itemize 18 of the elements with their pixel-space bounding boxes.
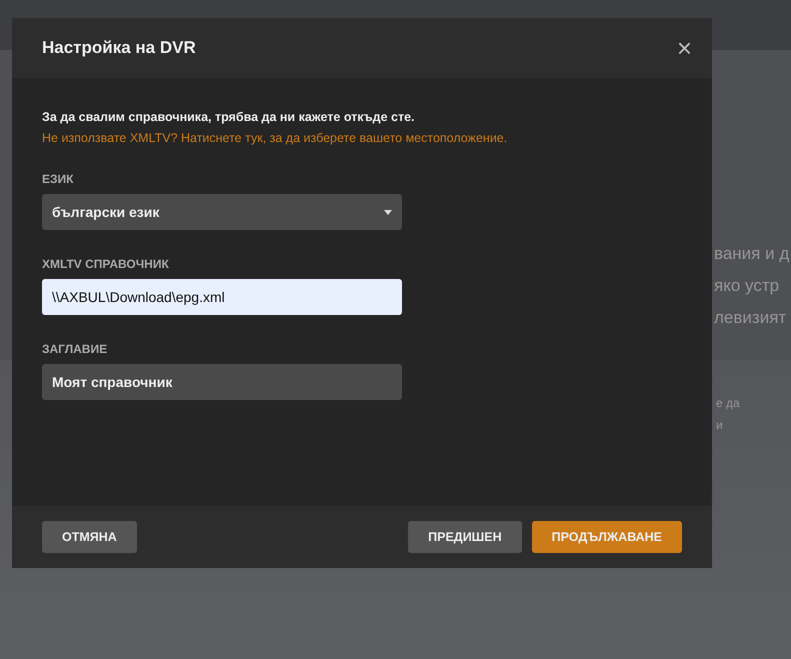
intro-text: За да свалим справочника, трябва да ни кажете откъде сте. bbox=[42, 110, 414, 124]
dialog-title: Настройка на DVR bbox=[42, 38, 196, 58]
caret-icon bbox=[384, 210, 392, 214]
field-label: XMLTV СПРАВОЧНИК bbox=[42, 257, 169, 271]
background-text: яко устр bbox=[714, 275, 780, 297]
field-label: ЗАГЛАВИЕ bbox=[42, 342, 108, 356]
input-field[interactable]: Моят справочник bbox=[42, 364, 402, 400]
language-dropdown[interactable]: български език bbox=[42, 194, 402, 230]
background-text: левизият bbox=[714, 307, 788, 329]
dialog-button[interactable]: ПРЕДИШЕН bbox=[408, 521, 522, 553]
background-text: вания и д bbox=[714, 243, 790, 265]
background-text: е да bbox=[716, 395, 741, 412]
background-text: и bbox=[716, 417, 724, 434]
field-label: ЕЗИК bbox=[42, 172, 74, 186]
close-button[interactable]: × bbox=[676, 35, 692, 61]
input-field[interactable]: \\AXBUL\Download\epg.xml bbox=[42, 279, 402, 315]
dialog-button[interactable]: ОТМЯНА bbox=[42, 521, 137, 553]
location-link[interactable]: Не използвате XMLTV? Натиснете тук, за да изберете вашето местоположение. bbox=[42, 131, 508, 145]
